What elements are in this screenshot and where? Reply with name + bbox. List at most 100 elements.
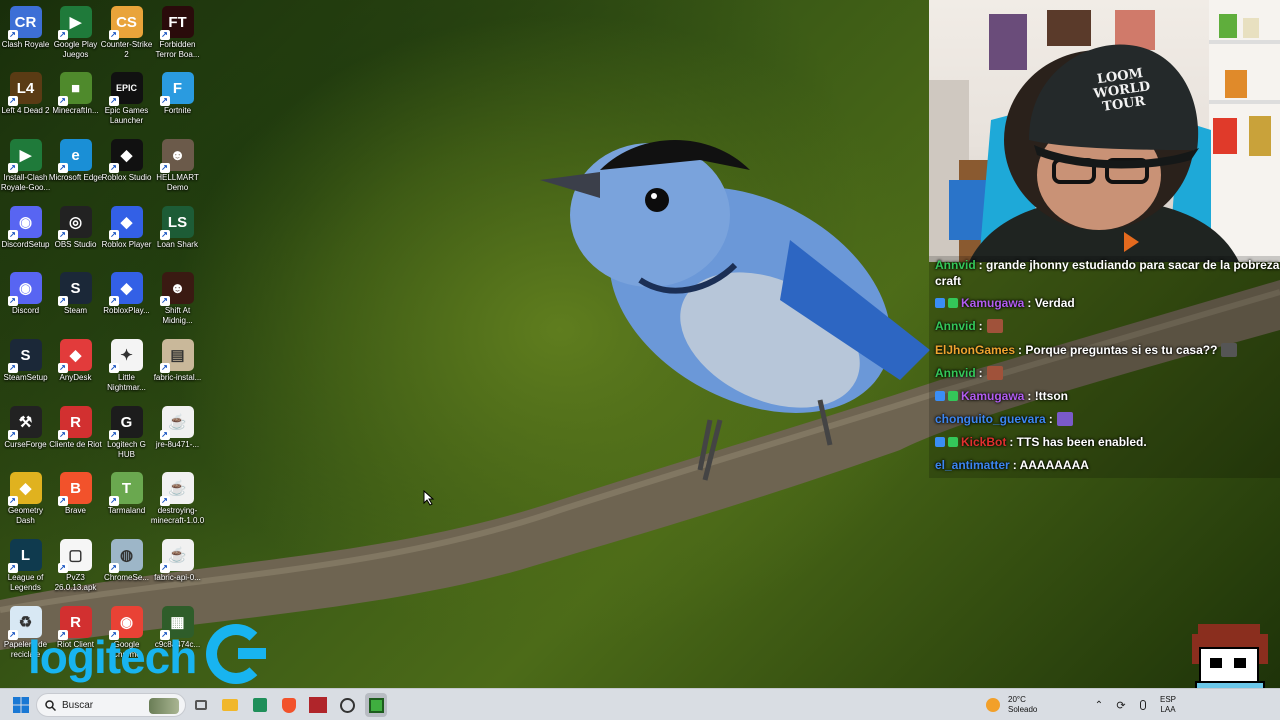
desktop-icon[interactable]: F ↗ Fortnite bbox=[152, 72, 203, 138]
taskbar-search-input[interactable]: Buscar bbox=[36, 693, 186, 717]
desktop-icon[interactable]: ☕ ↗ destroying-minecraft-1.0.0 bbox=[151, 472, 204, 538]
desktop-icon[interactable]: ▶ ↗ Google Play Juegos bbox=[50, 6, 101, 72]
app-icon: ▤ ↗ bbox=[159, 339, 194, 373]
desktop-icon-label: Cliente de Riot bbox=[49, 440, 102, 449]
desktop-icon[interactable]: ⚒ ↗ CurseForge bbox=[0, 406, 51, 472]
shortcut-arrow-icon: ↗ bbox=[57, 96, 68, 106]
desktop-icon[interactable]: ◆ ↗ Roblox Studio bbox=[101, 139, 152, 205]
weather-widget[interactable]: 20°C Soleado bbox=[986, 693, 1046, 717]
desktop-icon[interactable]: ◉ ↗ DiscordSetup bbox=[0, 206, 51, 272]
game-taskbar-button[interactable] bbox=[306, 693, 330, 717]
language-indicator[interactable]: ESP LAA bbox=[1156, 693, 1180, 717]
desktop-icon-label: fabric-instal... bbox=[153, 373, 202, 382]
desktop-icon[interactable]: S ↗ Steam bbox=[50, 272, 101, 338]
user-badge-icon bbox=[935, 437, 945, 447]
desktop-icon-label: Roblox Studio bbox=[101, 173, 152, 182]
desktop-icon[interactable]: CR ↗ Clash Royale bbox=[0, 6, 51, 72]
desktop-icon[interactable]: S ↗ SteamSetup bbox=[0, 339, 51, 405]
chat-text: : !ttson bbox=[1027, 389, 1069, 403]
chat-message: KickBot: TTS has been enabled. bbox=[935, 433, 1147, 451]
shortcut-arrow-icon: ↗ bbox=[159, 230, 170, 240]
microphone-button[interactable] bbox=[1136, 693, 1150, 717]
desktop-icon[interactable]: ▤ ↗ fabric-instal... bbox=[152, 339, 203, 405]
desktop-icon[interactable]: ☕ ↗ jre-8u471-... bbox=[152, 406, 203, 472]
desktop-icon-label: Forbidden Terror Boa... bbox=[155, 40, 200, 59]
desktop-icon[interactable]: L4 ↗ Left 4 Dead 2 bbox=[0, 72, 51, 138]
desktop-icon[interactable]: EPIC ↗ Epic Games Launcher bbox=[101, 72, 152, 138]
brave-taskbar-button[interactable] bbox=[279, 693, 299, 717]
desktop-icon-label: fabric-api-0... bbox=[154, 573, 201, 582]
shortcut-arrow-icon: ↗ bbox=[159, 496, 170, 506]
shortcut-arrow-icon: ↗ bbox=[57, 296, 68, 306]
task-view-button[interactable] bbox=[192, 693, 210, 717]
desktop-icon-grid: CR ↗ Clash Royale ▶ ↗ Google Play Juegos CS ↗ Co… bbox=[0, 0, 204, 668]
minecraft-taskbar-button[interactable] bbox=[365, 693, 387, 717]
desktop-icon-label: jre-8u471-... bbox=[155, 440, 200, 449]
chevron-up-icon: ⌃ bbox=[1094, 699, 1104, 711]
desktop-icon[interactable]: CS ↗ Counter-Strike 2 bbox=[101, 6, 152, 72]
desktop-icon[interactable]: ▢ ↗ PvZ3 26.0.13.apk bbox=[50, 539, 101, 605]
app-icon: ◉ ↗ bbox=[7, 272, 42, 306]
tray-sync-button[interactable]: ⟳ bbox=[1114, 693, 1128, 717]
shortcut-arrow-icon: ↗ bbox=[159, 96, 170, 106]
desktop-icon[interactable]: B ↗ Brave bbox=[50, 472, 101, 538]
desktop-icon[interactable]: ☻ ↗ HELLMART Demo bbox=[152, 139, 203, 205]
desktop-icon[interactable]: G ↗ Logitech G HUB bbox=[101, 406, 152, 472]
app-icon: e ↗ bbox=[57, 139, 92, 173]
app-icon: F ↗ bbox=[159, 72, 194, 106]
app-icon: S ↗ bbox=[7, 339, 42, 373]
app-icon: ☕ ↗ bbox=[159, 472, 194, 506]
desktop-icon[interactable]: ◆ ↗ Geometry Dash bbox=[0, 472, 51, 538]
chat-emote-icon bbox=[1221, 343, 1238, 357]
desktop-icon-label: AnyDesk bbox=[59, 373, 92, 382]
desktop-icon[interactable]: L ↗ League of Legends bbox=[0, 539, 51, 605]
shortcut-arrow-icon: ↗ bbox=[7, 30, 18, 40]
desktop-icon[interactable]: ☻ ↗ Shift At Midnig... bbox=[152, 272, 203, 338]
desktop-icon[interactable]: ✦ ↗ Little Nightmar... bbox=[101, 339, 152, 405]
webcam-feed: LOOM WORLD TOUR bbox=[929, 0, 1280, 262]
sub-badge-icon bbox=[948, 298, 958, 308]
chat-username: Annvid bbox=[935, 258, 976, 272]
shortcut-arrow-icon: ↗ bbox=[159, 563, 170, 573]
desktop-icon-label: CurseForge bbox=[4, 440, 47, 449]
desktop-icon[interactable]: e ↗ Microsoft Edge bbox=[49, 139, 102, 205]
desktop-icon[interactable]: ◉ ↗ Discord bbox=[0, 272, 51, 338]
desktop-icon[interactable]: ◎ ↗ OBS Studio bbox=[50, 206, 101, 272]
app-icon: ⚒ ↗ bbox=[7, 406, 42, 440]
desktop-icon-label: HELLMART Demo bbox=[156, 173, 199, 192]
app-icon: ▢ ↗ bbox=[57, 539, 92, 573]
start-button[interactable] bbox=[10, 693, 32, 717]
lang-line2: LAA bbox=[1160, 705, 1176, 714]
taskbar: Buscar 20°C Soleado ⌃ ⟳ ESP LAA bbox=[0, 688, 1280, 720]
desktop-icon-label: Tarmaland bbox=[107, 506, 146, 515]
desktop-icon[interactable]: ◆ ↗ RobloxPlay... bbox=[101, 272, 152, 338]
desktop-icon[interactable]: FT ↗ Forbidden Terror Boa... bbox=[152, 6, 203, 72]
app-icon: ☻ ↗ bbox=[159, 272, 194, 306]
chat-username: Annvid bbox=[935, 319, 976, 333]
desktop-icon[interactable]: ◆ ↗ AnyDesk bbox=[50, 339, 101, 405]
desktop-icon[interactable]: ☕ ↗ fabric-api-0... bbox=[152, 539, 203, 605]
desktop-icon[interactable]: ◆ ↗ Roblox Player bbox=[101, 206, 152, 272]
store-button[interactable] bbox=[250, 693, 270, 717]
file-explorer-button[interactable] bbox=[220, 693, 240, 717]
desktop-icon[interactable]: ▶ ↗ Install-Clash Royale-Goo... bbox=[0, 139, 51, 205]
chat-message: chonguito_guevara: bbox=[935, 410, 1073, 428]
desktop-icon[interactable]: LS ↗ Loan Shark bbox=[152, 206, 203, 272]
file-explorer-icon bbox=[222, 699, 238, 711]
chat-message: el_antimatter: AAAAAAAA bbox=[935, 456, 1089, 474]
tray-overflow-button[interactable]: ⌃ bbox=[1092, 693, 1106, 717]
desktop-icon[interactable]: ■ ↗ MinecraftIn... bbox=[50, 72, 101, 138]
desktop-icon[interactable]: T ↗ Tarmaland bbox=[101, 472, 152, 538]
desktop-icon[interactable]: R ↗ Cliente de Riot bbox=[49, 406, 102, 472]
chat-text: craft bbox=[935, 274, 962, 288]
shortcut-arrow-icon: ↗ bbox=[7, 363, 18, 373]
shortcut-arrow-icon: ↗ bbox=[57, 496, 68, 506]
chat-message: ElJhonGames: Porque preguntas si es tu c… bbox=[935, 341, 1238, 359]
desktop-icon-label: DiscordSetup bbox=[1, 240, 50, 249]
chat-username: Kamugawa bbox=[961, 389, 1025, 403]
shortcut-arrow-icon: ↗ bbox=[7, 496, 18, 506]
desktop-icon-label: SteamSetup bbox=[3, 373, 48, 382]
desktop-icon[interactable]: ◍ ↗ ChromeSe... bbox=[101, 539, 152, 605]
obs-taskbar-button[interactable] bbox=[337, 693, 357, 717]
chat-message: Annvid: grande jhonny estudiando para sa… bbox=[935, 256, 1280, 274]
